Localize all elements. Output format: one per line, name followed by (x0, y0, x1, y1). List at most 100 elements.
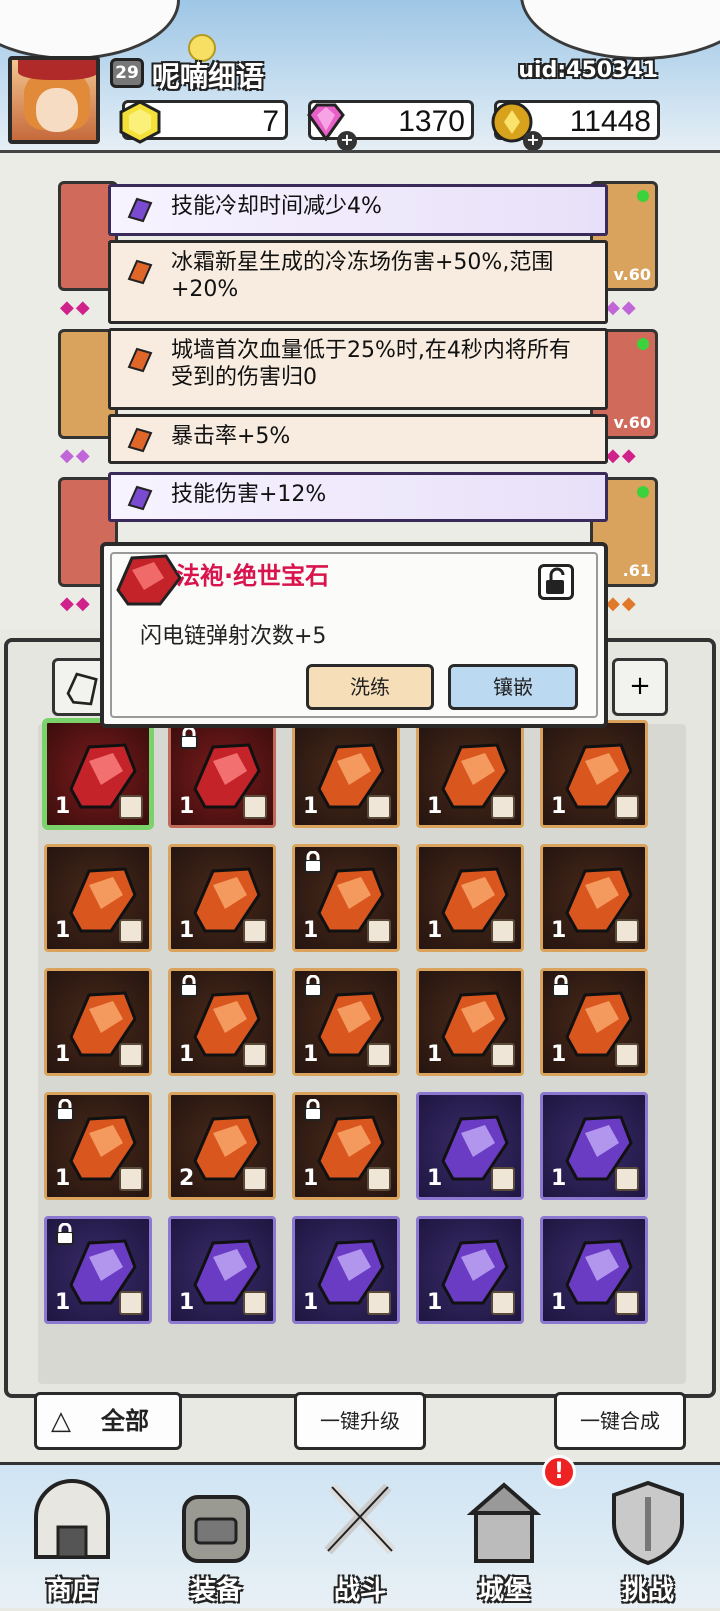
notification-badge: ! (542, 1455, 576, 1489)
inventory-gem-cell[interactable]: 1 (540, 720, 648, 828)
gem-count: 2 (179, 1166, 195, 1191)
gem-detail-popup: 法袍·绝世宝石 闪电链弹射次数+5 洗练 镶嵌 (100, 542, 608, 728)
add-diamond-icon[interactable]: + (337, 131, 357, 150)
nav-label: 装备 (189, 1576, 242, 1606)
inlay-button[interactable]: 镶嵌 (448, 664, 578, 710)
equipment-slot-icon (243, 795, 267, 819)
inventory-gem-cell[interactable]: 1 (292, 1092, 400, 1200)
orange-gem-icon (127, 259, 153, 285)
gem-count: 1 (551, 918, 567, 943)
red-gem-icon (116, 554, 182, 606)
add-coin-icon[interactable]: + (523, 131, 543, 150)
gem-count: 1 (427, 794, 443, 819)
ready-dot-icon (637, 190, 649, 202)
currency-gem-value: 7 (262, 105, 279, 138)
gem-socket-row: ◆◆ (606, 445, 638, 466)
inventory-gem-cell[interactable]: 1 (540, 968, 648, 1076)
inventory-gem-cell[interactable]: 1 (416, 1216, 524, 1324)
inventory-gem-cell[interactable]: 1 (44, 1092, 152, 1200)
inventory-gem-cell[interactable]: 1 (540, 844, 648, 952)
popup-description: 闪电链弹射次数+5 (140, 624, 327, 649)
equipment-slot-icon (119, 1167, 143, 1191)
equipment-slot-icon (119, 919, 143, 943)
equipment-level: v.60 (613, 413, 651, 432)
nav-challenge[interactable]: 挑战 (576, 1465, 720, 1611)
equipment-slot-icon (367, 795, 391, 819)
equipment-slot-icon (491, 795, 515, 819)
skill-row: 技能冷却时间减少4% (108, 184, 608, 236)
inventory-gem-cell[interactable]: 1 (44, 720, 152, 828)
player-uid: uid:450341 (518, 58, 658, 83)
skill-row: 技能伤害+12% (108, 472, 608, 522)
nav-shop[interactable]: 商店 (0, 1465, 144, 1611)
skill-row: 城墙首次血量低于25%时,在4秒内将所有受到的伤害归0 (108, 328, 608, 410)
unlock-icon[interactable] (538, 564, 574, 600)
gem-socket-row: ◆◆ (60, 445, 92, 466)
equipment-slot-icon (491, 919, 515, 943)
skill-text: 冰霜新星生成的冷冻场伤害+50%,范围+20% (171, 250, 554, 302)
gem-count: 1 (179, 1042, 195, 1067)
inventory-gem-cell[interactable]: 1 (292, 968, 400, 1076)
equipment-slot-icon (615, 1043, 639, 1067)
inventory-gem-cell[interactable]: 1 (44, 968, 152, 1076)
skill-row: 冰霜新星生成的冷冻场伤害+50%,范围+20% (108, 240, 608, 324)
upgrade-all-button[interactable]: 一键升级 (294, 1392, 426, 1450)
equipment-slot-icon (243, 919, 267, 943)
equipment-slot-icon (119, 1291, 143, 1315)
inventory-gem-cell[interactable]: 1 (292, 1216, 400, 1324)
inventory-gem-cell[interactable]: 1 (540, 1216, 648, 1324)
up-arrow-icon: △ (51, 1406, 71, 1436)
inventory-grid: 1 1 1 1 1 1 1 1 1 1 1 1 1 1 1 1 2 1 1 1 1 1 1 1 1 (44, 720, 684, 1360)
inventory-gem-cell[interactable]: 1 (168, 968, 276, 1076)
nav-equipment[interactable]: 装备 (144, 1465, 288, 1611)
gem-count: 1 (55, 794, 71, 819)
equipment-slot-icon (491, 1291, 515, 1315)
inventory-gem-cell[interactable]: 1 (44, 1216, 152, 1324)
equipment-level: .61 (622, 561, 651, 580)
skill-text: 城墙首次血量低于25%时,在4秒内将所有受到的伤害归0 (171, 338, 571, 390)
merge-all-button[interactable]: 一键合成 (554, 1392, 686, 1450)
lock-icon (56, 1223, 74, 1245)
inventory-gem-cell[interactable]: 1 (168, 844, 276, 952)
skill-text: 暴击率+5% (171, 424, 291, 449)
inventory-gem-cell[interactable]: 1 (292, 844, 400, 952)
gem-count: 1 (55, 1166, 71, 1191)
player-avatar[interactable] (8, 56, 100, 144)
equipment-slot-icon (491, 1167, 515, 1191)
gem-count: 1 (55, 1290, 71, 1315)
inventory-gem-cell[interactable]: 1 (44, 844, 152, 952)
gem-count: 1 (303, 794, 319, 819)
inventory-gem-cell[interactable]: 2 (168, 1092, 276, 1200)
currency-coin-value: 11448 (569, 105, 651, 138)
equipment-slot-icon (243, 1043, 267, 1067)
inventory-gem-cell[interactable]: 1 (292, 720, 400, 828)
nav-battle[interactable]: 战斗 (288, 1465, 432, 1611)
lock-icon (180, 727, 198, 749)
skill-text: 技能冷却时间减少4% (171, 194, 382, 219)
gem-count: 1 (551, 1042, 567, 1067)
add-slot-button[interactable]: + (612, 658, 668, 716)
currency-diamond[interactable]: + 1370 (307, 100, 474, 150)
inventory-gem-cell[interactable]: 1 (168, 720, 276, 828)
nav-label: 城堡 (477, 1576, 530, 1606)
inventory-gem-cell[interactable]: 1 (416, 968, 524, 1076)
lock-icon (304, 1099, 322, 1121)
nav-castle[interactable]: ! 城堡 (432, 1455, 576, 1611)
skill-list-tooltip: 技能冷却时间减少4% 冰霜新星生成的冷冻场伤害+50%,范围+20% 城墙首次血… (108, 184, 608, 530)
purple-gem-icon (127, 485, 153, 511)
inventory-gem-cell[interactable]: 1 (416, 720, 524, 828)
inventory-gem-cell[interactable]: 1 (416, 1092, 524, 1200)
currency-coin[interactable]: + 11448 (491, 100, 660, 150)
refine-button[interactable]: 洗练 (306, 664, 434, 710)
gem-count: 1 (179, 918, 195, 943)
shop-hut-icon (34, 1479, 110, 1559)
inventory-gem-cell[interactable]: 1 (540, 1092, 648, 1200)
inventory-gem-cell[interactable]: 1 (168, 1216, 276, 1324)
filter-all-button[interactable]: △ 全部 (34, 1392, 182, 1450)
gem-count: 1 (303, 1166, 319, 1191)
equipment-slot-icon (615, 919, 639, 943)
equipment-slot-icon (615, 795, 639, 819)
filter-label: 全部 (101, 1407, 149, 1435)
inventory-gem-cell[interactable]: 1 (416, 844, 524, 952)
gem-count: 1 (303, 1290, 319, 1315)
